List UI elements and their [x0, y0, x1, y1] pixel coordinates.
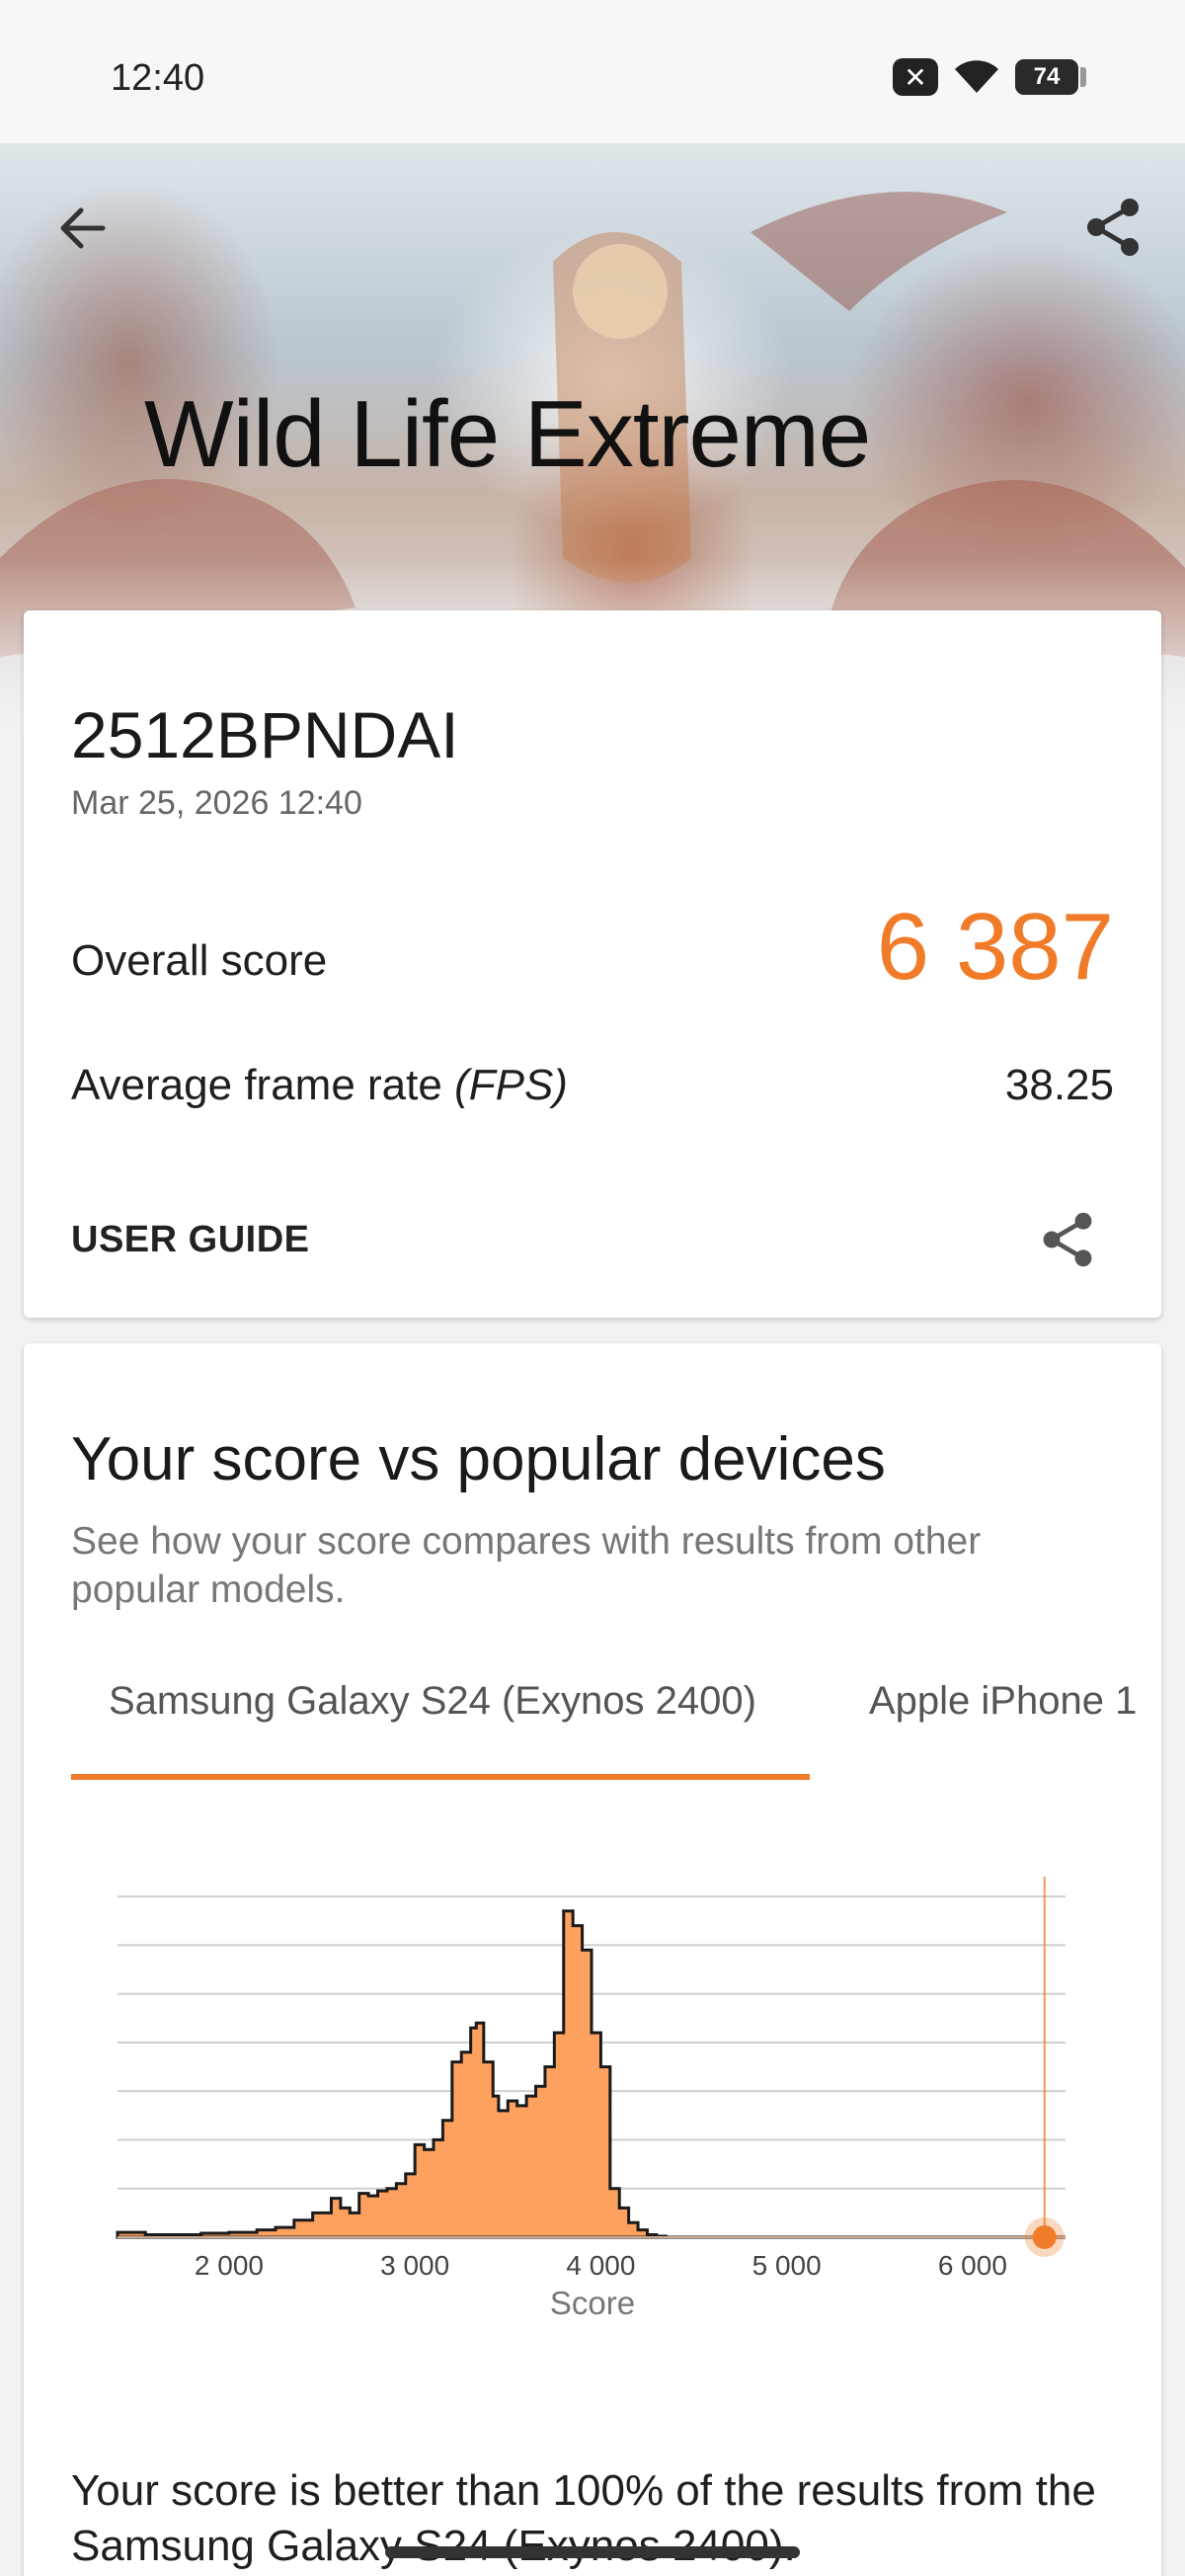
result-card: 2512BPNDAI Mar 25, 2026 12:40 Overall sc… — [24, 610, 1161, 1318]
tab-apple-iphone[interactable]: Apple iPhone 1 — [869, 1679, 1137, 1724]
comparison-card: Your score vs popular devices See how yo… — [24, 1343, 1161, 2576]
device-tabs: Samsung Galaxy S24 (Exynos 2400) Apple i… — [71, 1679, 1138, 1748]
overall-score-label: Overall score — [71, 936, 328, 985]
share-icon[interactable] — [1080, 195, 1146, 260]
share-result-icon[interactable] — [1037, 1209, 1098, 1270]
battery-icon: 74 — [1015, 59, 1086, 95]
home-indicator[interactable] — [385, 2546, 800, 2558]
x-tick-label: 5 000 — [752, 2250, 822, 2281]
device-name: 2512BPNDAI — [71, 698, 459, 771]
notification-x-icon: ✕ — [893, 58, 938, 96]
status-icons: ✕ 74 — [893, 57, 1086, 97]
comparison-subtitle: See how your score compares with results… — [71, 1520, 982, 1611]
active-tab-indicator — [71, 1774, 810, 1780]
chart-svg: 2 000 3 000 4 000 5 000 6 000 Score — [116, 1877, 1066, 2321]
x-tick-label: 6 000 — [938, 2250, 1007, 2281]
fps-label: Average frame rate (FPS) — [71, 1061, 568, 1110]
x-tick-label: 3 000 — [380, 2250, 449, 2281]
tab-samsung-galaxy-s24[interactable]: Samsung Galaxy S24 (Exynos 2400) — [109, 1679, 756, 1724]
battery-level: 74 — [1033, 63, 1061, 90]
comparison-title: Your score vs popular devices — [71, 1425, 886, 1493]
user-guide-button[interactable]: USER GUIDE — [71, 1219, 309, 1261]
wifi-icon — [955, 60, 998, 93]
your-score-marker — [1032, 2225, 1057, 2249]
score-distribution-chart: 2 000 3 000 4 000 5 000 6 000 Score — [24, 1857, 1161, 2371]
page-title: Wild Life Extreme — [144, 381, 871, 487]
status-bar: 12:40 ✕ 74 — [0, 0, 1185, 143]
fps-unit: (FPS) — [454, 1061, 568, 1109]
x-tick-label: 2 000 — [195, 2250, 264, 2281]
x-tick-label: 4 000 — [566, 2250, 635, 2281]
overall-score-value: 6 387 — [876, 894, 1114, 1000]
status-time: 12:40 — [111, 57, 205, 99]
arrow-left-icon[interactable] — [53, 199, 113, 258]
fps-label-text: Average frame rate — [71, 1061, 455, 1109]
result-date: Mar 25, 2026 12:40 — [71, 784, 362, 822]
x-axis-label: Score — [550, 2285, 635, 2321]
fps-value: 38.25 — [1004, 1061, 1114, 1109]
